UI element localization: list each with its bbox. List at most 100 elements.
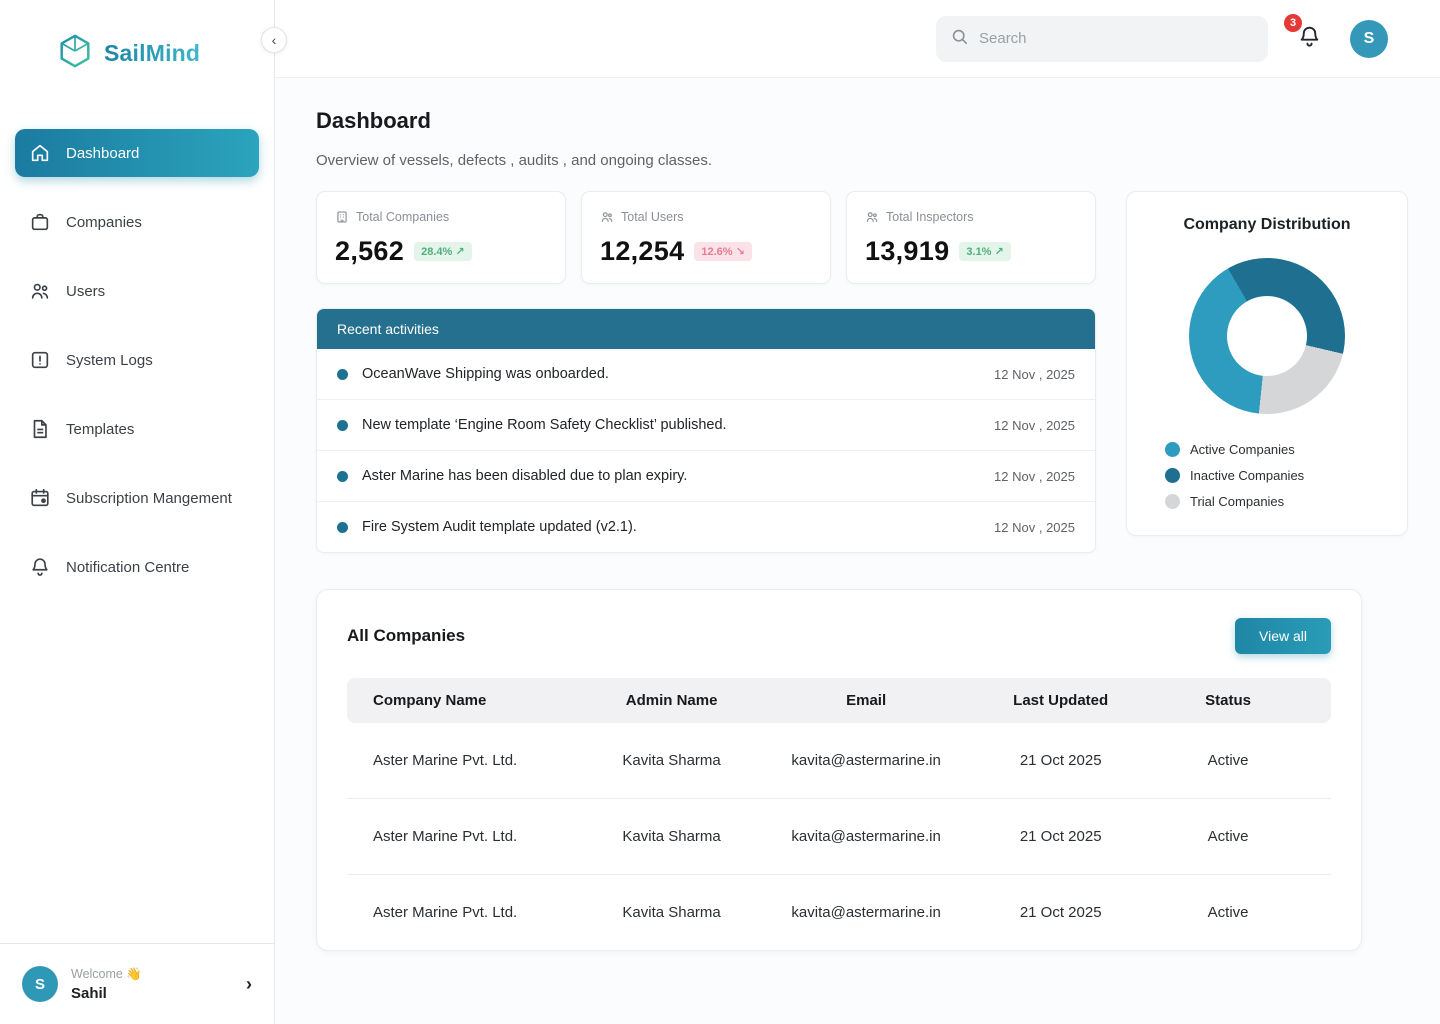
stat-value: 2,562: [335, 236, 404, 267]
admin-name-cell: Kavita Sharma: [581, 752, 762, 769]
admin-name-cell: Kavita Sharma: [581, 828, 762, 845]
company-distribution-title: Company Distribution: [1149, 216, 1385, 234]
admin-name-cell: Kavita Sharma: [581, 904, 762, 921]
search-icon: [950, 27, 969, 51]
bullet-dot-icon: [337, 420, 348, 431]
activity-text: OceanWave Shipping was onboarded.: [362, 366, 609, 382]
activity-row: Aster Marine has been disabled due to pl…: [317, 451, 1095, 502]
chart-legend: Active Companies Inactive Companies Tria…: [1165, 442, 1385, 509]
legend-label: Inactive Companies: [1190, 468, 1304, 483]
stat-delta-badge: 12.6% ↘: [694, 242, 751, 261]
sidebar-item-label: Notification Centre: [66, 559, 189, 576]
notifications-button[interactable]: 3: [1292, 22, 1326, 56]
sidebar-item-label: Templates: [66, 421, 134, 438]
page-subtitle: Overview of vessels, defects , audits , …: [316, 152, 1408, 169]
activity-row: OceanWave Shipping was onboarded. 12 Nov…: [317, 349, 1095, 400]
activity-text: Aster Marine has been disabled due to pl…: [362, 468, 687, 484]
sidebar-item-companies[interactable]: Companies: [15, 198, 259, 246]
column-header: Company Name: [373, 692, 581, 709]
stat-label: Total Companies: [356, 210, 449, 224]
table-row[interactable]: Aster Marine Pvt. Ltd. Kavita Sharma kav…: [347, 875, 1331, 950]
legend-dot-trial: [1165, 494, 1180, 509]
stat-card-total-users: Total Users 12,254 12.6% ↘: [581, 191, 831, 284]
table-header-row: Company Name Admin Name Email Last Updat…: [347, 678, 1331, 723]
status-cell: Active: [1151, 904, 1305, 921]
company-name-cell: Aster Marine Pvt. Ltd.: [373, 904, 581, 921]
stat-delta-badge: 3.1% ↗: [959, 242, 1010, 261]
sidebar-item-dashboard[interactable]: Dashboard: [15, 129, 259, 177]
sidebar-item-system-logs[interactable]: System Logs: [15, 336, 259, 384]
legend-dot-inactive: [1165, 468, 1180, 483]
companies-table: Company Name Admin Name Email Last Updat…: [347, 678, 1331, 950]
company-distribution-donut: [1189, 258, 1345, 414]
stats-row: Total Companies 2,562 28.4% ↗: [316, 191, 1096, 284]
stat-label: Total Inspectors: [886, 210, 974, 224]
building-icon: [335, 210, 349, 224]
activity-text: Fire System Audit template updated (v2.1…: [362, 519, 637, 535]
sidebar-item-label: Dashboard: [66, 145, 139, 162]
legend-item: Trial Companies: [1165, 494, 1385, 509]
brand-logo: SailMind: [0, 0, 274, 75]
legend-label: Trial Companies: [1190, 494, 1284, 509]
sidebar-item-subscription-management[interactable]: Subscription Mangement: [15, 474, 259, 522]
all-companies-title: All Companies: [347, 626, 465, 646]
topbar: 3 S: [275, 0, 1440, 78]
sidebar-item-label: Companies: [66, 214, 142, 231]
sidebar-item-users[interactable]: Users: [15, 267, 259, 315]
column-header: Admin Name: [581, 692, 762, 709]
sidebar-item-label: System Logs: [66, 352, 153, 369]
bullet-dot-icon: [337, 522, 348, 533]
activity-date: 12 Nov , 2025: [994, 418, 1075, 433]
stat-label: Total Users: [621, 210, 684, 224]
sidebar-item-label: Subscription Mangement: [66, 490, 232, 507]
sailmind-logo-icon: [56, 32, 94, 75]
sidebar-item-label: Users: [66, 283, 105, 300]
company-name-cell: Aster Marine Pvt. Ltd.: [373, 828, 581, 845]
main-area: 3 S Dashboard Overview of vessels, defec…: [275, 0, 1440, 1024]
email-cell: kavita@astermarine.in: [762, 752, 970, 769]
users-icon: [29, 280, 51, 302]
user-avatar[interactable]: S: [1350, 20, 1388, 58]
page-title: Dashboard: [316, 108, 1408, 134]
legend-dot-active: [1165, 442, 1180, 457]
email-cell: kavita@astermarine.in: [762, 904, 970, 921]
sidebar-collapse-button[interactable]: ‹: [261, 27, 287, 53]
brand-name: SailMind: [104, 40, 200, 67]
recent-activities-panel: Recent activities OceanWave Shipping was…: [316, 308, 1096, 553]
last-updated-cell: 21 Oct 2025: [970, 828, 1151, 845]
chevron-right-icon[interactable]: ›: [246, 974, 252, 995]
recent-activities-title: Recent activities: [317, 309, 1095, 349]
bell-icon: [29, 556, 51, 578]
stat-delta-badge: 28.4% ↗: [414, 242, 471, 261]
column-header: Last Updated: [970, 692, 1151, 709]
alert-box-icon: [29, 349, 51, 371]
view-all-button[interactable]: View all: [1235, 618, 1331, 654]
table-row[interactable]: Aster Marine Pvt. Ltd. Kavita Sharma kav…: [347, 723, 1331, 799]
stat-card-total-inspectors: Total Inspectors 13,919 3.1% ↗: [846, 191, 1096, 284]
sidebar-item-templates[interactable]: Templates: [15, 405, 259, 453]
home-icon: [29, 142, 51, 164]
search-input[interactable]: [979, 30, 1254, 47]
stat-card-total-companies: Total Companies 2,562 28.4% ↗: [316, 191, 566, 284]
users-mini-icon: [865, 210, 879, 224]
legend-item: Active Companies: [1165, 442, 1385, 457]
users-mini-icon: [600, 210, 614, 224]
column-header: Email: [762, 692, 970, 709]
status-cell: Active: [1151, 752, 1305, 769]
sidebar-item-notification-centre[interactable]: Notification Centre: [15, 543, 259, 591]
bullet-dot-icon: [337, 369, 348, 380]
table-row[interactable]: Aster Marine Pvt. Ltd. Kavita Sharma kav…: [347, 799, 1331, 875]
profile-name: Sahil: [71, 985, 142, 1002]
briefcase-icon: [29, 211, 51, 233]
legend-label: Active Companies: [1190, 442, 1295, 457]
activity-text: New template ‘Engine Room Safety Checkli…: [362, 417, 727, 433]
status-cell: Active: [1151, 828, 1305, 845]
stat-value: 13,919: [865, 236, 949, 267]
sidebar-profile[interactable]: S Welcome 👋 Sahil ›: [0, 943, 274, 1024]
company-distribution-card: Company Distribution Active Companies In…: [1126, 191, 1408, 536]
column-header: Status: [1151, 692, 1305, 709]
dashboard-content: Dashboard Overview of vessels, defects ,…: [275, 78, 1440, 1024]
avatar: S: [22, 966, 58, 1002]
bullet-dot-icon: [337, 471, 348, 482]
last-updated-cell: 21 Oct 2025: [970, 752, 1151, 769]
